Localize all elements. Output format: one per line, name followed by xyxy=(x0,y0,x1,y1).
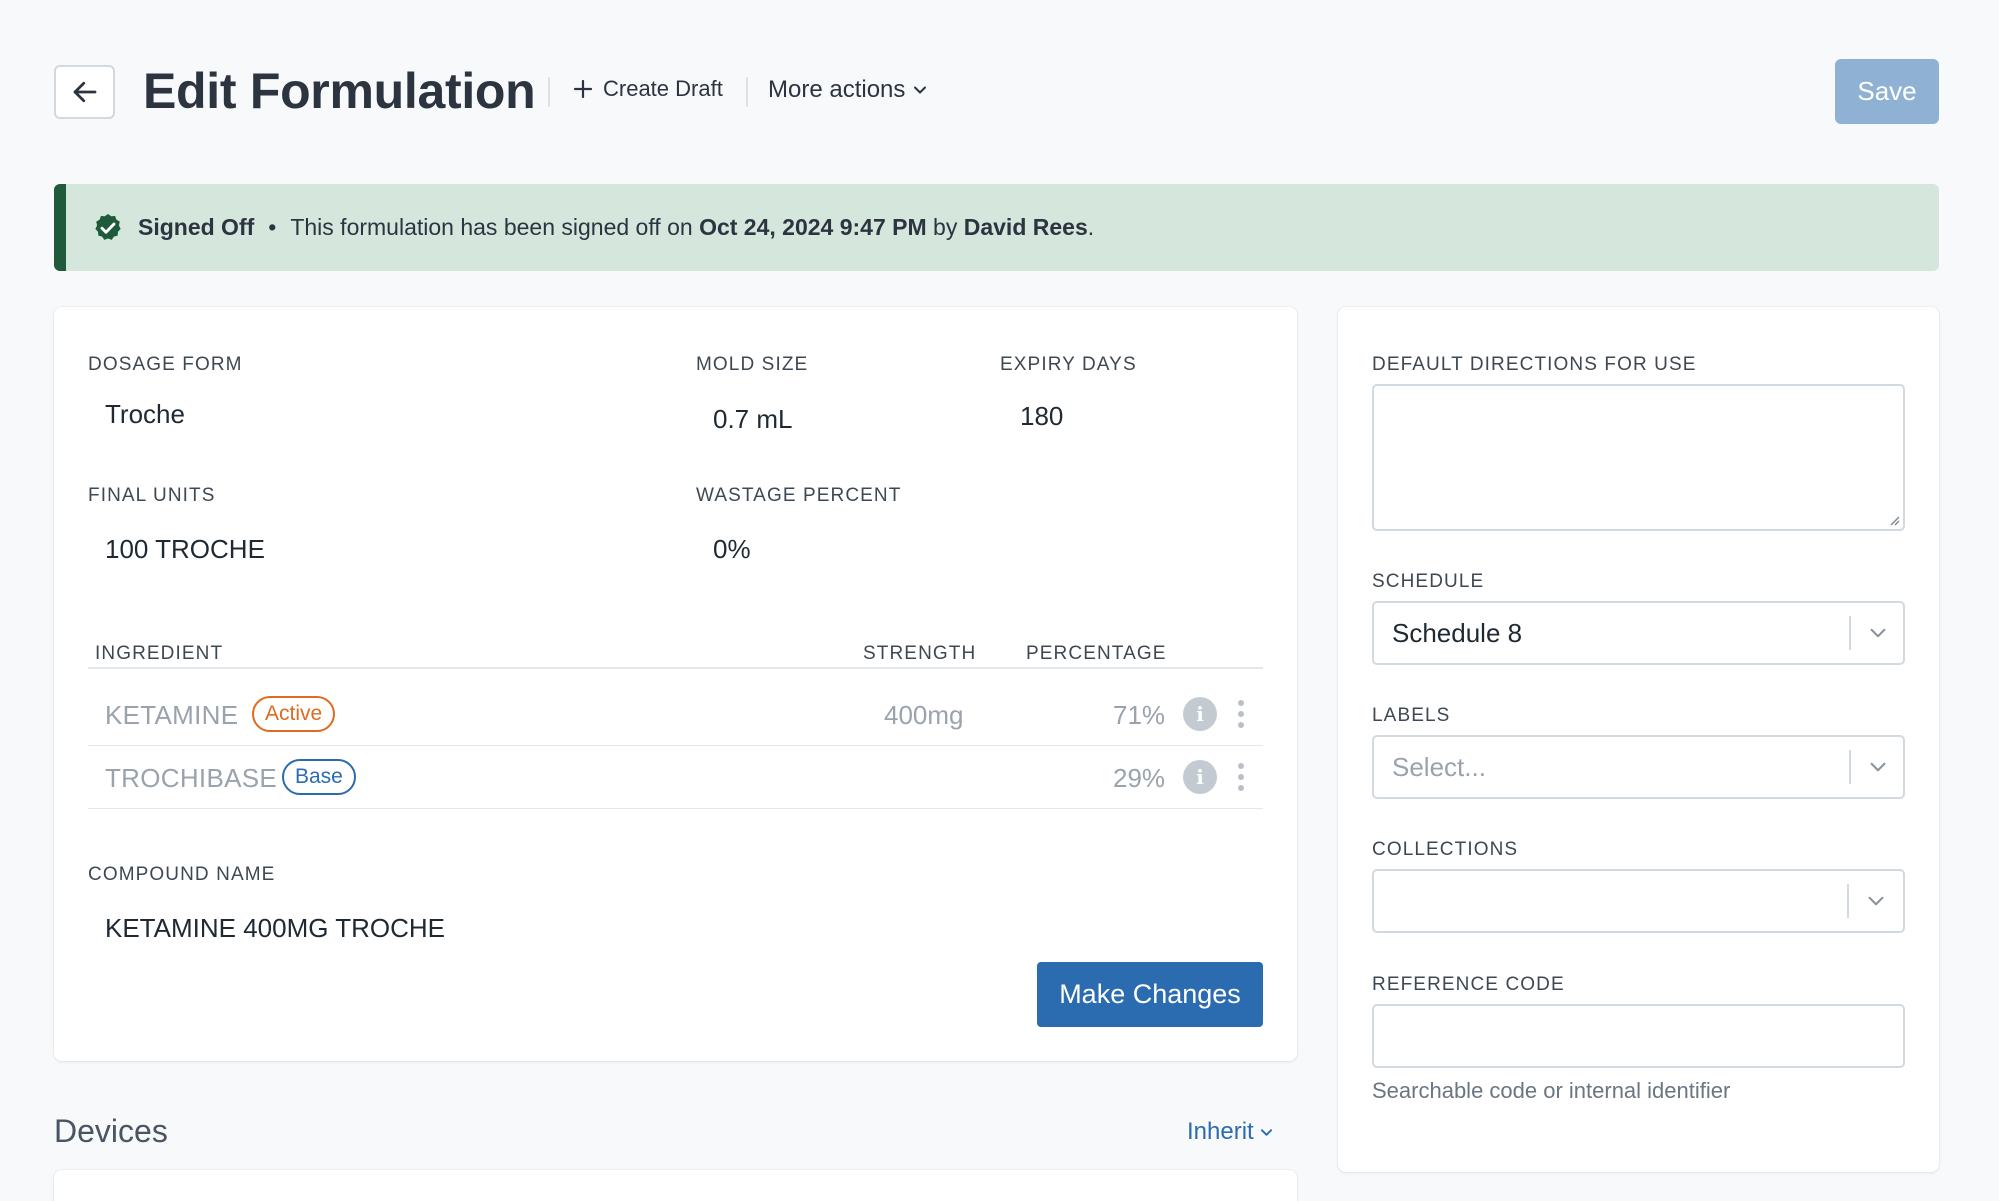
more-actions-dropdown[interactable]: More actions xyxy=(768,76,927,104)
reference-code-label: REFERENCE CODE xyxy=(1372,974,1565,995)
ingredient-strength: 400mg xyxy=(884,700,964,730)
separator-dot: • xyxy=(268,214,277,240)
mold-size-label: MOLD SIZE xyxy=(696,354,809,375)
schedule-select[interactable]: Schedule 8 xyxy=(1372,601,1905,665)
page-title: Edit Formulation xyxy=(143,63,536,119)
wastage-percent-label: WASTAGE PERCENT xyxy=(696,485,902,506)
inherit-dropdown[interactable]: Inherit xyxy=(1187,1118,1273,1146)
plus-icon xyxy=(573,79,593,99)
table-header-divider xyxy=(88,667,1263,669)
chevron-down-icon xyxy=(914,86,927,94)
select-separator xyxy=(1847,884,1849,918)
devices-card xyxy=(54,1170,1297,1201)
ingredient-name: KETAMINE xyxy=(105,700,239,730)
info-icon[interactable]: i xyxy=(1183,697,1217,731)
strength-column-header: STRENGTH xyxy=(863,643,977,664)
header-divider xyxy=(746,77,748,107)
final-units-label: FINAL UNITS xyxy=(88,485,216,506)
collections-select[interactable] xyxy=(1372,869,1905,933)
wastage-percent-value: 0% xyxy=(713,534,751,564)
back-button[interactable] xyxy=(54,65,115,119)
select-separator xyxy=(1849,750,1851,784)
info-icon[interactable]: i xyxy=(1183,760,1217,794)
schedule-value: Schedule 8 xyxy=(1392,617,1523,648)
ingredient-percentage: 71% xyxy=(1113,700,1166,730)
ingredient-percentage: 29% xyxy=(1113,763,1166,793)
ingredient-column-header: INGREDIENT xyxy=(95,643,224,664)
signer-name: David Rees xyxy=(963,214,1088,240)
reference-code-help: Searchable code or internal identifier xyxy=(1372,1078,1731,1103)
signed-off-banner: Signed Off • This formulation has been s… xyxy=(54,184,1939,271)
inherit-label: Inherit xyxy=(1187,1118,1254,1145)
compound-name-label: COMPOUND NAME xyxy=(88,864,276,885)
row-menu-icon[interactable] xyxy=(1237,700,1245,728)
compound-name-value: KETAMINE 400MG TROCHE xyxy=(105,913,445,943)
chevron-down-icon xyxy=(1870,762,1886,772)
reference-code-input[interactable] xyxy=(1372,1004,1905,1068)
arrow-left-icon xyxy=(73,81,96,103)
signed-off-status: Signed Off xyxy=(138,214,255,240)
mold-size-value: 0.7 mL xyxy=(713,404,793,434)
resize-handle-icon[interactable] xyxy=(1886,512,1900,526)
final-units-value: 100 TROCHE xyxy=(105,534,265,564)
make-changes-button[interactable]: Make Changes xyxy=(1037,962,1263,1027)
labels-label: LABELS xyxy=(1372,705,1451,726)
labels-placeholder: Select... xyxy=(1392,751,1486,782)
select-separator xyxy=(1849,616,1851,650)
banner-period: . xyxy=(1087,214,1095,240)
collections-label: COLLECTIONS xyxy=(1372,839,1519,860)
header-divider xyxy=(548,77,550,107)
dosage-form-value: Troche xyxy=(105,399,185,429)
schedule-label: SCHEDULE xyxy=(1372,571,1485,592)
more-actions-label: More actions xyxy=(768,76,906,103)
directions-textarea[interactable] xyxy=(1372,384,1905,531)
chevron-down-icon xyxy=(1870,628,1886,638)
verified-badge-icon xyxy=(95,213,121,240)
base-tag: Base xyxy=(282,759,356,795)
row-divider xyxy=(88,808,1263,809)
labels-select[interactable]: Select... xyxy=(1372,735,1905,799)
chevron-down-icon xyxy=(1868,896,1884,906)
save-button[interactable]: Save xyxy=(1835,59,1939,124)
create-draft-button[interactable]: Create Draft xyxy=(573,76,723,102)
chevron-down-icon xyxy=(1260,1128,1272,1136)
expiry-days-label: EXPIRY DAYS xyxy=(1000,354,1137,375)
ingredient-name: TROCHIBASE xyxy=(105,763,278,793)
directions-label: DEFAULT DIRECTIONS FOR USE xyxy=(1372,354,1697,375)
row-menu-icon[interactable] xyxy=(1237,763,1245,791)
dosage-form-label: DOSAGE FORM xyxy=(88,354,243,375)
create-draft-label: Create Draft xyxy=(603,76,723,101)
percentage-column-header: PERCENTAGE xyxy=(1026,643,1167,664)
banner-by: by xyxy=(933,214,958,240)
signed-off-date: Oct 24, 2024 9:47 PM xyxy=(699,214,927,240)
banner-text: This formulation has been signed off on xyxy=(290,214,693,240)
formulation-details-card xyxy=(54,307,1297,1061)
devices-title: Devices xyxy=(54,1113,168,1149)
expiry-days-value: 180 xyxy=(1020,401,1064,431)
active-tag: Active xyxy=(252,696,336,732)
